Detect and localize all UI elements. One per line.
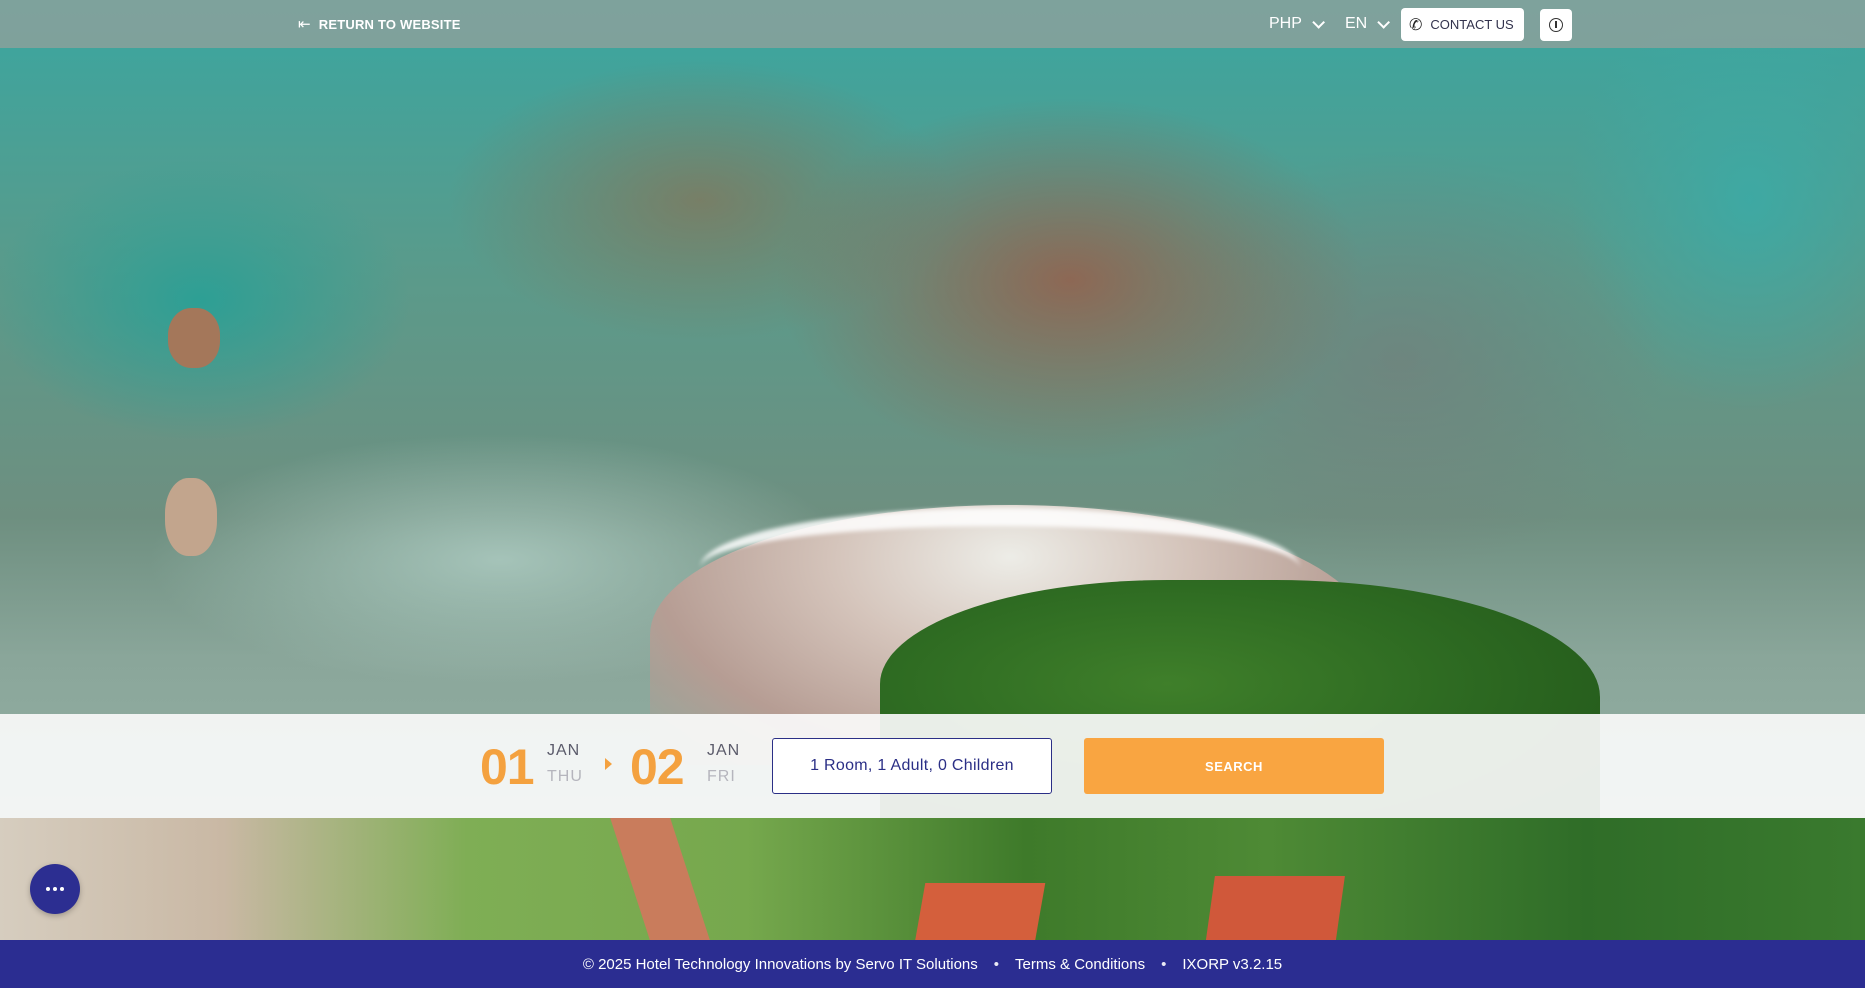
roof-shape: [914, 883, 1046, 940]
language-select[interactable]: EN: [1345, 12, 1391, 36]
accessibility-button[interactable]: [1540, 9, 1572, 41]
footer: © 2025 Hotel Technology Innovations by S…: [0, 940, 1865, 988]
checkout-day[interactable]: 02: [630, 738, 685, 796]
guests-selector[interactable]: 1 Room, 1 Adult, 0 Children: [772, 738, 1052, 794]
roof-shape: [1205, 876, 1345, 940]
booking-search-bar: 01 JAN THU 02 JAN FRI 1 Room, 1 Adult, 0…: [0, 714, 1865, 818]
version-label: IXORP v3.2.15: [1182, 955, 1283, 973]
return-to-website-label: RETURN TO WEBSITE: [318, 16, 461, 32]
contact-us-label: CONTACT US: [1430, 17, 1514, 32]
currency-value: PHP: [1269, 15, 1302, 32]
resort-background-image: [0, 818, 1865, 940]
date-range-arrow-icon: [605, 758, 612, 770]
return-to-website-link[interactable]: ⇤ RETURN TO WEBSITE: [298, 14, 461, 34]
more-menu-button[interactable]: [30, 864, 80, 914]
checkin-weekday: THU: [547, 768, 583, 785]
chevron-down-icon: [1377, 15, 1391, 29]
rock-shape: [165, 478, 217, 556]
more-dots-icon: [53, 887, 57, 891]
search-button[interactable]: SEARCH: [1084, 738, 1384, 794]
phone-icon: ✆: [1409, 16, 1423, 34]
checkin-day[interactable]: 01: [480, 738, 535, 796]
more-dots-icon: [60, 887, 64, 891]
accessibility-icon: [1549, 18, 1563, 32]
arrow-left-to-bar-icon: ⇤: [298, 16, 311, 33]
footer-separator: •: [993, 955, 1000, 973]
checkout-weekday: FRI: [707, 768, 736, 785]
checkout-month: JAN: [707, 742, 741, 759]
currency-select[interactable]: PHP: [1269, 12, 1325, 36]
terms-link[interactable]: Terms & Conditions: [1015, 956, 1145, 973]
top-bar: ⇤ RETURN TO WEBSITE PHP EN ✆ CONTACT US: [0, 0, 1865, 48]
path-shape: [610, 818, 710, 940]
checkin-month: JAN: [547, 742, 581, 759]
contact-us-button[interactable]: ✆ CONTACT US: [1401, 8, 1524, 41]
language-value: EN: [1345, 15, 1368, 32]
footer-copyright: © 2025 Hotel Technology Innovations by S…: [582, 955, 978, 973]
rock-shape: [168, 308, 220, 368]
more-dots-icon: [46, 887, 50, 891]
chevron-down-icon: [1312, 15, 1325, 29]
footer-separator: •: [1161, 955, 1167, 973]
